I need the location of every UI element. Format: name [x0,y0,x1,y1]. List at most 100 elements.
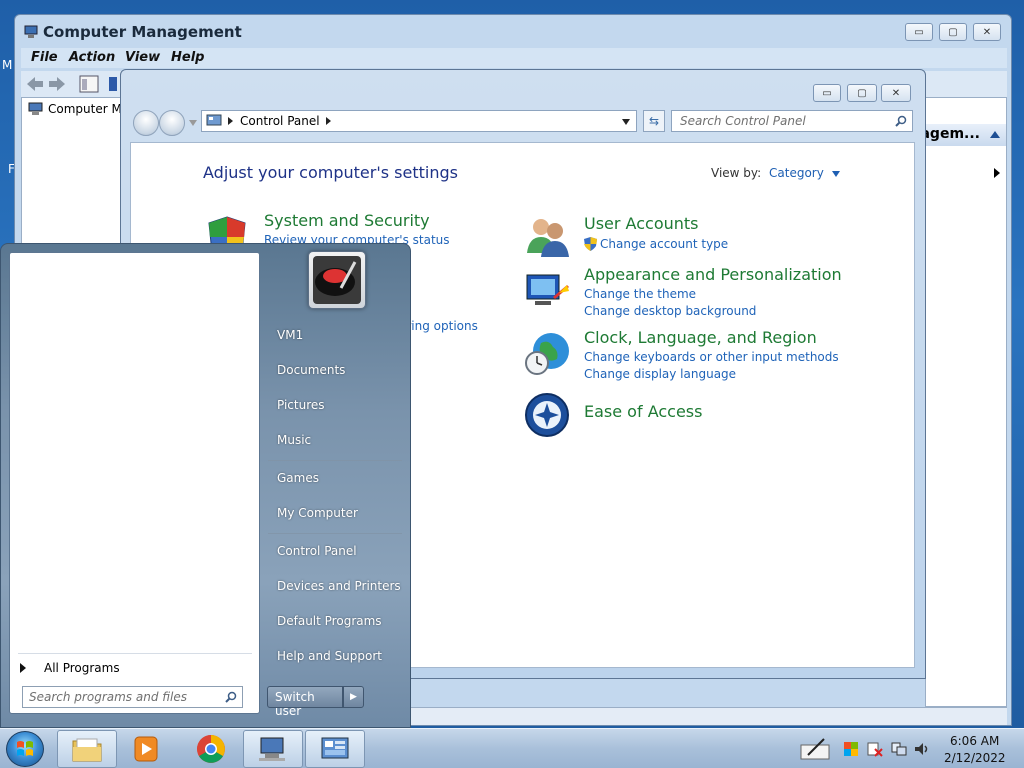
computer-management-icon [24,25,38,38]
computer-icon [28,102,43,115]
breadcrumb-chevron-icon[interactable] [325,117,332,125]
forward-button[interactable] [159,110,185,136]
link-change-display-language[interactable]: Change display language [584,367,736,381]
minimize-button[interactable]: ▭ [813,84,841,102]
start-menu-programs-pane: All Programs [9,252,260,714]
menu-action[interactable]: Action [69,50,115,65]
menu-file[interactable]: File [31,50,58,65]
uac-shield-icon [584,237,597,251]
category-system-security[interactable]: System and Security [264,211,430,230]
media-player-icon [134,736,158,762]
start-item-vm1[interactable]: VM1 [277,328,303,342]
chevron-right-icon[interactable] [994,168,1000,178]
link-change-keyboards[interactable]: Change keyboards or other input methods [584,350,839,364]
back-button[interactable] [133,110,159,136]
maximize-button[interactable]: ▢ [847,84,877,102]
breadcrumb-control-panel[interactable]: Control Panel [240,114,320,128]
error-flag-icon[interactable] [867,741,883,757]
start-item-control-panel[interactable]: Control Panel [277,544,357,558]
control-panel-small-icon [206,114,222,126]
turntable-icon [313,256,361,304]
network-icon[interactable] [891,741,907,757]
shutdown-options-button[interactable]: ▶ [343,686,364,708]
breadcrumb-chevron-icon[interactable] [228,117,234,125]
switch-user-button[interactable]: Switch user [267,686,343,718]
folder-icon [72,738,102,762]
start-item-my-computer[interactable]: My Computer [277,506,358,520]
taskbar-control-panel[interactable] [305,730,365,768]
forward-arrow-icon[interactable] [47,75,67,93]
close-button[interactable]: ✕ [881,84,911,102]
all-programs-button[interactable]: All Programs [20,661,120,675]
close-icon: ✕ [982,26,992,38]
search-icon[interactable] [895,115,907,127]
volume-icon[interactable] [914,741,930,757]
switch-user-label: Switch user [275,690,315,718]
window-title: Computer Management [43,23,242,41]
tree-item-label: Computer Ma [48,102,130,116]
page-title: Adjust your computer's settings [203,163,458,182]
close-icon: ✕ [891,87,901,99]
back-arrow-icon[interactable] [25,75,45,93]
maximize-button[interactable]: ▢ [939,23,967,41]
chevron-right-icon: ▶ [350,692,357,702]
divider [268,533,402,534]
taskbar-file-explorer[interactable] [57,730,117,768]
all-programs-label: All Programs [44,661,120,675]
category-appearance[interactable]: Appearance and Personalization [584,265,842,284]
start-item-music[interactable]: Music [277,433,311,447]
start-item-pictures[interactable]: Pictures [277,398,325,412]
search-programs-input[interactable]: Search programs and files [22,686,243,708]
link-change-account-type[interactable]: Change account type [600,237,728,251]
computer-management-titlebar[interactable]: Computer Management ▭ ▢ ✕ [15,15,1011,47]
divider [268,460,402,461]
start-item-games[interactable]: Games [277,471,319,485]
taskbar-media-player[interactable] [116,730,176,768]
close-button[interactable]: ✕ [973,23,1001,41]
taskbar-chrome[interactable] [181,730,241,768]
start-item-documents[interactable]: Documents [277,363,345,377]
taskbar-computer-management[interactable] [243,730,303,768]
ease-of-access-icon[interactable] [523,391,571,439]
address-dropdown-icon[interactable] [622,119,630,125]
minimize-button[interactable]: ▭ [905,23,933,41]
start-item-default-programs[interactable]: Default Programs [277,614,382,628]
clock-date[interactable]: 2/12/2022 [944,751,1006,765]
search-placeholder: Search Control Panel [680,114,806,128]
menu-bar: File Action View Help [21,48,1007,68]
tree-item-computer-management[interactable]: Computer Ma [28,102,129,116]
search-icon[interactable] [225,691,237,703]
link-change-theme[interactable]: Change the theme [584,287,696,301]
appearance-icon[interactable] [523,267,571,315]
category-user-accounts[interactable]: User Accounts [584,214,699,233]
collapse-up-icon [990,131,1000,138]
start-item-devices-printers[interactable]: Devices and Printers [277,579,401,593]
menu-view[interactable]: View [125,50,160,65]
category-ease-of-access[interactable]: Ease of Access [584,402,702,421]
show-hide-tree-icon[interactable] [79,75,99,93]
globe-clock-icon[interactable] [523,329,571,377]
windows-logo-icon [17,741,33,756]
category-clock-language-region[interactable]: Clock, Language, and Region [584,328,817,347]
properties-icon[interactable] [109,75,117,93]
recent-pages-dropdown-icon[interactable] [189,120,197,126]
input-panel-icon[interactable] [800,735,830,761]
link-change-background[interactable]: Change desktop background [584,304,756,318]
minimize-icon: ▭ [914,26,924,38]
users-icon[interactable] [523,213,571,261]
address-bar[interactable]: Control Panel [201,110,637,132]
actions-header[interactable]: nagem... [926,124,1006,146]
start-item-help-support[interactable]: Help and Support [277,649,382,663]
clock-time[interactable]: 6:06 AM [950,734,999,748]
action-center-icon[interactable] [843,741,859,757]
actions-header-label: nagem... [926,126,980,142]
menu-help[interactable]: Help [171,50,204,65]
control-panel-icon [321,737,349,759]
avatar[interactable] [308,251,366,309]
refresh-button[interactable]: ⇆ [643,110,665,132]
computer-management-icon [259,737,285,761]
view-by-dropdown[interactable]: Category [769,166,840,180]
search-input[interactable]: Search Control Panel [671,110,913,132]
maximize-icon: ▢ [948,26,958,38]
start-button[interactable] [6,731,44,767]
